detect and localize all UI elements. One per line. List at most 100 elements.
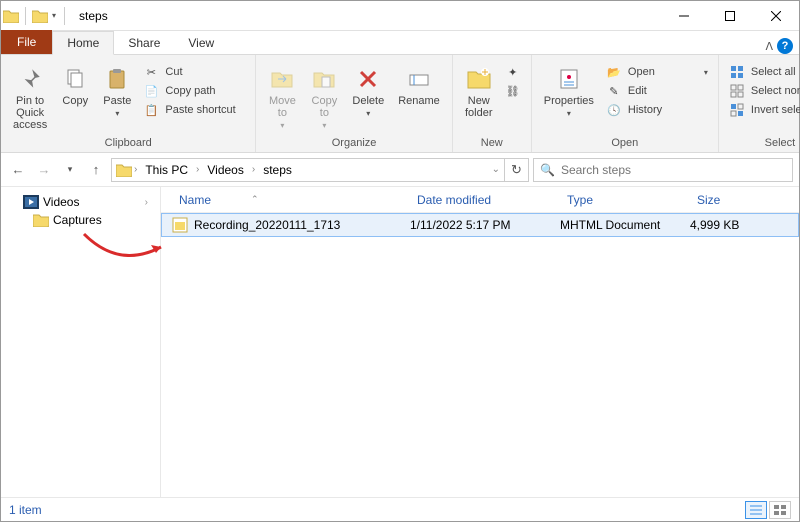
column-type[interactable]: Type (559, 193, 689, 207)
breadcrumb[interactable]: This PC (139, 161, 194, 179)
chevron-right-icon[interactable]: › (196, 164, 199, 175)
nav-item-label: Videos (43, 195, 79, 209)
select-all-button[interactable]: Select all (725, 63, 800, 81)
minimize-button[interactable] (661, 1, 707, 31)
copy-path-label: Copy path (165, 85, 215, 97)
properties-icon (555, 65, 583, 93)
copy-label: Copy (62, 95, 88, 107)
file-list: Name⌃ Date modified Type Size Recording_… (161, 187, 799, 497)
file-type: MHTML Document (560, 218, 690, 232)
move-to-button[interactable]: Move to▾ (262, 63, 302, 132)
rename-button[interactable]: Rename (392, 63, 446, 109)
navigation-pane: Videos › Captures (1, 187, 161, 497)
refresh-button[interactable]: ↻ (505, 158, 529, 182)
nav-recent-button[interactable]: ▾ (59, 159, 81, 181)
collapse-ribbon-icon[interactable]: ᐱ (765, 40, 773, 53)
maximize-button[interactable] (707, 1, 753, 31)
search-box[interactable]: 🔍 (533, 158, 793, 182)
folder-icon (33, 213, 49, 227)
properties-button[interactable]: Properties▾ (538, 63, 600, 120)
paste-button[interactable]: Paste ▾ (97, 63, 137, 120)
new-item-icon: ✦ (505, 64, 521, 80)
select-all-icon (729, 64, 745, 80)
column-date[interactable]: Date modified (409, 193, 559, 207)
search-input[interactable] (561, 163, 786, 177)
file-name: Recording_20220111_1713 (194, 218, 340, 232)
group-label-new: New (459, 135, 525, 152)
breadcrumb[interactable]: steps (257, 161, 298, 179)
open-icon: 📂 (606, 64, 622, 80)
tab-home[interactable]: Home (52, 31, 114, 55)
paste-shortcut-label: Paste shortcut (165, 104, 235, 116)
address-bar[interactable]: › This PC › Videos › steps ⌄ (111, 158, 505, 182)
nav-item-videos[interactable]: Videos › (3, 193, 158, 211)
ribbon-group-organize: Move to▾ Copy to▾ Delete▾ Rename Organiz… (256, 55, 452, 152)
qat-open-folder-icon[interactable] (32, 9, 48, 23)
new-folder-icon (465, 65, 493, 93)
address-bar-row: ← → ▾ ↑ › This PC › Videos › steps ⌄ ↻ 🔍 (1, 153, 799, 187)
column-size[interactable]: Size (689, 193, 769, 207)
tab-file[interactable]: File (1, 30, 52, 54)
paste-shortcut-button[interactable]: 📋Paste shortcut (139, 101, 249, 119)
file-row[interactable]: Recording_20220111_1713 1/11/2022 5:17 P… (161, 213, 799, 237)
group-label-open: Open (538, 135, 712, 152)
easy-access-icon: ⛓ (505, 83, 521, 99)
pin-icon (16, 65, 44, 93)
close-button[interactable] (753, 1, 799, 31)
folder-icon (116, 163, 132, 177)
nav-up-button[interactable]: ↑ (85, 159, 107, 181)
nav-item-label: Captures (53, 213, 102, 227)
pin-to-quick-access-button[interactable]: Pin to Quick access (7, 63, 53, 133)
file-size: 4,999 KB (690, 218, 770, 232)
invert-selection-label: Invert selection (751, 104, 800, 116)
breadcrumb[interactable]: Videos (201, 161, 249, 179)
help-icon[interactable]: ? (777, 38, 793, 54)
sort-ascending-icon: ⌃ (251, 194, 259, 205)
chevron-right-icon[interactable]: › (134, 164, 137, 175)
chevron-right-icon[interactable]: › (252, 164, 255, 175)
nav-forward-button[interactable]: → (33, 159, 55, 181)
group-label-clipboard: Clipboard (7, 135, 249, 152)
details-view-button[interactable] (745, 501, 767, 519)
nav-item-captures[interactable]: Captures (3, 211, 158, 229)
copy-path-button[interactable]: 📄 Copy path (139, 82, 249, 100)
copy-to-icon (310, 65, 338, 93)
ribbon-group-clipboard: Pin to Quick access Copy Paste ▾ ✂Cut 📄 C… (1, 55, 256, 152)
mhtml-file-icon (172, 217, 188, 233)
file-date: 1/11/2022 5:17 PM (410, 218, 560, 232)
open-button[interactable]: 📂Open▾ (602, 63, 712, 81)
invert-selection-button[interactable]: Invert selection (725, 101, 800, 119)
ribbon-group-select: Select all Select none Invert selection … (719, 55, 800, 152)
tab-share[interactable]: Share (114, 32, 174, 54)
paste-icon (103, 65, 131, 93)
qat-dropdown-icon[interactable]: ▾ (50, 11, 58, 20)
ribbon-group-open: Properties▾ 📂Open▾ ✎Edit 🕓 History Open (532, 55, 719, 152)
easy-access-button[interactable]: ⛓ (501, 82, 525, 100)
window-title: steps (79, 9, 108, 23)
ribbon: Pin to Quick access Copy Paste ▾ ✂Cut 📄 C… (1, 55, 799, 153)
title-bar: ▾ steps (1, 1, 799, 31)
tab-view[interactable]: View (174, 32, 228, 54)
paste-label: Paste (103, 95, 131, 107)
history-button[interactable]: 🕓 History (602, 101, 712, 119)
nav-back-button[interactable]: ← (7, 159, 29, 181)
copy-path-icon: 📄 (143, 83, 159, 99)
thumbnails-view-button[interactable] (769, 501, 791, 519)
new-item-button[interactable]: ✦ (501, 63, 525, 81)
cut-button[interactable]: ✂Cut (139, 63, 249, 81)
edit-button[interactable]: ✎Edit (602, 82, 712, 100)
select-none-button[interactable]: Select none (725, 82, 800, 100)
column-name[interactable]: Name⌃ (171, 193, 409, 207)
rename-icon (405, 65, 433, 93)
chevron-down-icon[interactable]: ⌄ (492, 164, 500, 175)
delete-button[interactable]: Delete▾ (346, 63, 390, 120)
chevron-right-icon[interactable]: › (145, 197, 154, 208)
history-icon: 🕓 (606, 102, 622, 118)
new-folder-button[interactable]: New folder (459, 63, 499, 121)
delete-icon (354, 65, 382, 93)
copy-to-button[interactable]: Copy to▾ (304, 63, 344, 132)
history-label: History (628, 104, 662, 116)
copy-button[interactable]: Copy (55, 63, 95, 109)
properties-label: Properties (544, 95, 594, 107)
item-count: 1 item (9, 503, 42, 517)
